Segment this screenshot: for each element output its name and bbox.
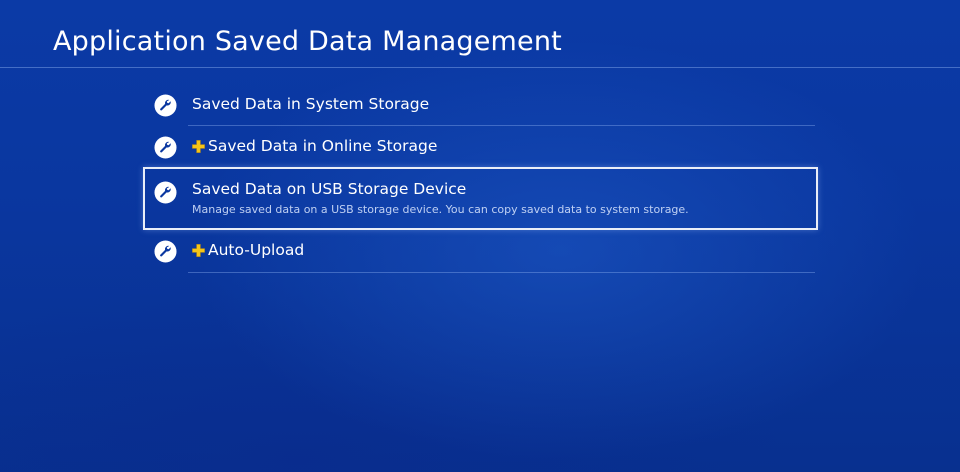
menu-item-auto-upload[interactable]: Auto-Upload [144,232,817,274]
menu-item-label: Auto-Upload [208,241,305,259]
page-title: Application Saved Data Management [53,26,562,57]
menu-item-label: Saved Data in Online Storage [208,137,438,155]
wrench-icon [154,240,177,263]
wrench-icon [154,136,177,159]
menu-item-saved-data-usb-storage[interactable]: Saved Data on USB Storage Device Manage … [143,167,818,230]
menu-item-label: Saved Data on USB Storage Device [192,180,467,198]
playstation-plus-icon [192,243,205,257]
menu-item-saved-data-online-storage[interactable]: Saved Data in Online Storage [144,128,817,168]
wrench-icon [154,94,177,117]
menu-item-description: Manage saved data on a USB storage devic… [192,203,689,216]
item-divider [188,272,815,273]
item-divider [188,125,815,126]
wrench-icon [154,181,177,204]
playstation-plus-icon [192,139,205,153]
menu-item-label: Saved Data in System Storage [192,95,430,113]
menu-item-saved-data-system-storage[interactable]: Saved Data in System Storage [144,86,817,126]
title-divider [0,67,960,68]
